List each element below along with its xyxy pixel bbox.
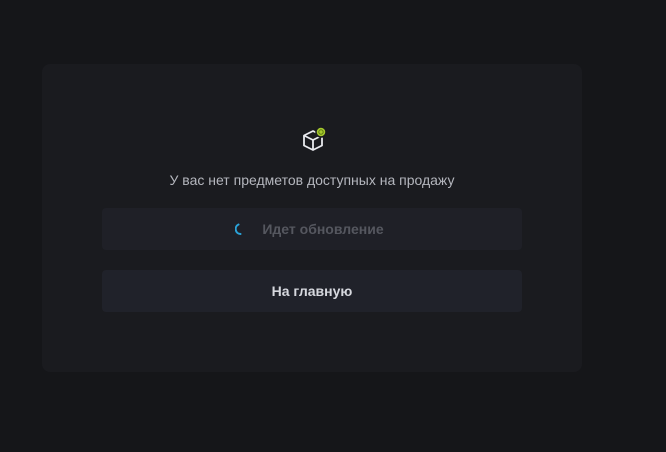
refresh-button-label: Идет обновление xyxy=(262,221,384,237)
empty-inventory-card: У вас нет предметов доступных на продажу… xyxy=(42,64,582,372)
go-home-button[interactable]: На главную xyxy=(102,270,522,312)
home-button-label: На главную xyxy=(271,283,353,299)
refresh-status-button: Идет обновление xyxy=(102,208,522,250)
page: У вас нет предметов доступных на продажу… xyxy=(0,0,666,452)
loading-spinner-icon xyxy=(235,223,242,235)
empty-state-message: У вас нет предметов доступных на продажу xyxy=(169,172,455,188)
coin-icon xyxy=(315,126,327,138)
box-icon xyxy=(299,126,327,154)
